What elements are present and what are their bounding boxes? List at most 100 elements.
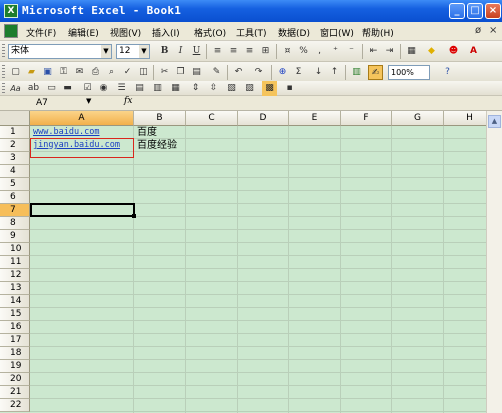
hyperlink-icon[interactable]: ⊕ xyxy=(275,65,290,80)
email-icon[interactable]: ✉ xyxy=(72,65,87,80)
fill-color-icon[interactable]: ◆ xyxy=(424,44,439,59)
row-header-4[interactable]: 4 xyxy=(0,165,30,178)
column-header-d[interactable]: D xyxy=(238,111,289,126)
button-control-icon[interactable]: ▬ xyxy=(60,81,75,96)
open-folder-icon[interactable]: ▰ xyxy=(24,65,39,80)
column-header-f[interactable]: F xyxy=(341,111,392,126)
row-header-12[interactable]: 12 xyxy=(0,269,30,282)
row-header-11[interactable]: 11 xyxy=(0,256,30,269)
row-header-14[interactable]: 14 xyxy=(0,295,30,308)
fill-handle[interactable] xyxy=(132,214,136,218)
row-header-6[interactable]: 6 xyxy=(0,191,30,204)
toolbar-grip[interactable] xyxy=(2,83,5,94)
row-header-5[interactable]: 5 xyxy=(0,178,30,191)
column-header-e[interactable]: E xyxy=(289,111,341,126)
chevron-down-icon[interactable]: ▼ xyxy=(139,45,149,58)
zoom-select[interactable]: 100% xyxy=(388,65,430,80)
select-all-corner[interactable] xyxy=(0,111,30,126)
combo-list-icon[interactable]: ▥ xyxy=(150,81,165,96)
borders-icon[interactable]: ▦ xyxy=(404,44,419,59)
column-header-c[interactable]: C xyxy=(186,111,238,126)
insert-function-button[interactable]: fx xyxy=(124,96,132,106)
document-icon[interactable] xyxy=(4,24,18,38)
align-center-icon[interactable]: ≡ xyxy=(226,44,241,59)
spelling-icon[interactable]: ✓ xyxy=(120,65,135,80)
restore-window-icon[interactable]: ø xyxy=(475,25,481,36)
chevron-down-icon[interactable]: ▼ xyxy=(101,45,111,58)
italic-button[interactable]: I xyxy=(173,44,188,59)
paste-icon[interactable]: ▤ xyxy=(189,65,204,80)
menu-data[interactable]: 数据(D) xyxy=(278,26,310,39)
format-painter-icon[interactable]: ✎ xyxy=(209,65,224,80)
currency-icon[interactable]: ¤ xyxy=(280,44,295,59)
scroll-up-icon[interactable]: ▲ xyxy=(488,115,501,128)
minimize-button[interactable]: _ xyxy=(449,3,465,19)
row-header-13[interactable]: 13 xyxy=(0,282,30,295)
row-header-16[interactable]: 16 xyxy=(0,321,30,334)
copy-icon[interactable]: ❐ xyxy=(173,65,188,80)
chevron-down-icon[interactable]: ▼ xyxy=(86,97,91,105)
toolbar-grip[interactable] xyxy=(2,65,5,80)
increase-decimal-icon[interactable]: ⁺ xyxy=(328,44,343,59)
cut-icon[interactable]: ✂ xyxy=(157,65,172,80)
highlight-icon[interactable]: ☻ xyxy=(446,44,461,59)
row-header-19[interactable]: 19 xyxy=(0,360,30,373)
sort-ascending-icon[interactable]: ↓ xyxy=(311,65,326,80)
menu-edit[interactable]: 编辑(E) xyxy=(68,26,99,39)
row-header-20[interactable]: 20 xyxy=(0,373,30,386)
comma-style-button[interactable]: , xyxy=(312,44,327,59)
permission-icon[interactable]: ⚿ xyxy=(56,65,71,80)
bold-button[interactable]: B xyxy=(157,44,172,59)
row-header-21[interactable]: 21 xyxy=(0,386,30,399)
row-header-17[interactable]: 17 xyxy=(0,334,30,347)
row-header-9[interactable]: 9 xyxy=(0,230,30,243)
row-header-22[interactable]: 22 xyxy=(0,399,30,412)
row-header-8[interactable]: 8 xyxy=(0,217,30,230)
run-dialog-icon[interactable]: ▪ xyxy=(282,81,297,96)
menu-help[interactable]: 帮助(H) xyxy=(362,26,394,39)
combo-dropdown-icon[interactable]: ▦ xyxy=(168,81,183,96)
column-header-h[interactable]: H xyxy=(444,111,486,126)
align-left-icon[interactable]: ≡ xyxy=(210,44,225,59)
print-preview-icon[interactable]: ⌕ xyxy=(104,65,119,80)
menu-tools[interactable]: 工具(T) xyxy=(236,26,267,39)
control-properties-icon[interactable]: ▧ xyxy=(224,81,239,96)
row-header-3[interactable]: 3 xyxy=(0,152,30,165)
row-header-2[interactable]: 2 xyxy=(0,139,30,152)
column-header-g[interactable]: G xyxy=(392,111,444,126)
menu-window[interactable]: 窗口(W) xyxy=(320,26,354,39)
list-box-icon[interactable]: ☰ xyxy=(114,81,129,96)
align-right-icon[interactable]: ≡ xyxy=(242,44,257,59)
row-header-15[interactable]: 15 xyxy=(0,308,30,321)
print-icon[interactable]: ⎙ xyxy=(88,65,103,80)
research-icon[interactable]: ◫ xyxy=(136,65,151,80)
combo-box-icon[interactable]: ▤ xyxy=(132,81,147,96)
chart-wizard-icon[interactable]: ▥ xyxy=(349,65,364,80)
close-workbook-icon[interactable]: × xyxy=(489,25,497,36)
checkbox-control-icon[interactable]: ☑ xyxy=(80,81,95,96)
row-header-10[interactable]: 10 xyxy=(0,243,30,256)
increase-indent-icon[interactable]: ⇥ xyxy=(382,44,397,59)
column-header-b[interactable]: B xyxy=(134,111,186,126)
maximize-button[interactable]: □ xyxy=(467,3,483,19)
column-header-a[interactable]: A xyxy=(30,111,134,126)
vertical-scrollbar[interactable]: ▲ xyxy=(486,111,502,413)
active-cell-a7[interactable] xyxy=(30,203,136,218)
label-control-icon[interactable]: Aa xyxy=(8,81,23,96)
edit-code-icon[interactable]: ▨ xyxy=(242,81,257,96)
scroll-bar-icon[interactable]: ⇕ xyxy=(188,81,203,96)
menu-format[interactable]: 格式(O) xyxy=(194,26,226,39)
group-box-icon[interactable]: ▭ xyxy=(44,81,59,96)
decrease-indent-icon[interactable]: ⇤ xyxy=(366,44,381,59)
decrease-decimal-icon[interactable]: ⁻ xyxy=(344,44,359,59)
sort-descending-icon[interactable]: ↑ xyxy=(327,65,342,80)
cell-b2[interactable]: 百度经验 xyxy=(135,139,177,152)
percent-button[interactable]: % xyxy=(296,44,311,59)
font-size-select[interactable]: 12 ▼ xyxy=(116,44,150,59)
font-color-icon[interactable]: A xyxy=(466,44,481,59)
cell-b1[interactable]: 百度 xyxy=(135,126,157,139)
spinner-icon[interactable]: ⇳ xyxy=(206,81,221,96)
menu-file[interactable]: 文件(F) xyxy=(26,26,56,39)
menu-view[interactable]: 视图(V) xyxy=(110,26,141,39)
autosum-button[interactable]: Σ xyxy=(291,65,306,80)
